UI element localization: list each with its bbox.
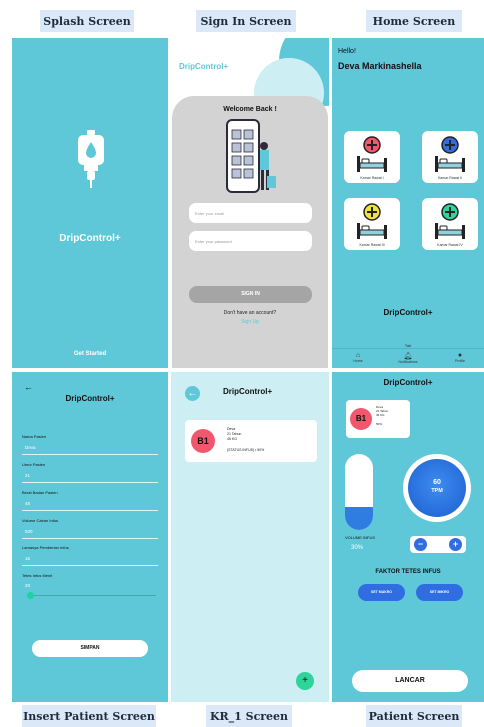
hospital-bed-icon	[357, 136, 387, 172]
status-button[interactable]: LANCAR	[352, 670, 468, 692]
signin-screen: DripControl+ Welcome Back ! Enter your e…	[171, 38, 329, 368]
user-icon: ●	[457, 352, 463, 359]
splash-brand: DripControl+	[59, 233, 121, 244]
home-icon: ⌂	[355, 352, 361, 359]
field-underline	[22, 565, 158, 566]
field-volume-input[interactable]: 500	[25, 529, 33, 534]
field-label-volume: Volume Cairan Infus	[22, 518, 59, 523]
nav-profile-label: Profile	[455, 359, 465, 363]
infusion-status: (STATUS INFUS) • 50%	[227, 448, 265, 452]
set-mikro-button[interactable]: SET MIKRO	[416, 584, 463, 601]
volume-bottle	[345, 454, 373, 530]
field-label-weight: Berat Badan Pasien	[22, 490, 58, 495]
field-name-input[interactable]: Deva	[25, 445, 36, 450]
nav-home[interactable]: ⌂ Home	[338, 352, 378, 363]
room-card-4[interactable]: Kamar Rawat IV	[422, 198, 478, 250]
back-arrow-icon[interactable]: ←	[185, 386, 200, 401]
rate-stepper: − +	[410, 536, 466, 553]
hospital-bed-icon	[435, 203, 465, 239]
drip-slider-track[interactable]	[30, 595, 156, 596]
patient-weight: 45 KG	[227, 437, 237, 441]
room-card-3[interactable]: Kamar Rawat III	[344, 198, 400, 250]
welcome-title: Welcome Back !	[223, 106, 277, 113]
get-started-button[interactable]: Get Started	[12, 351, 168, 357]
label-patient-screen: Patient Screen	[366, 705, 462, 727]
password-field[interactable]: Enter your password	[189, 231, 312, 251]
drip-slider-handle[interactable]	[27, 592, 34, 599]
kr1-title: DripControl+	[223, 387, 273, 396]
label-home-screen: Home Screen	[366, 10, 462, 32]
hospital-bed-icon	[435, 136, 465, 172]
no-account-text: Don't have an account?	[223, 310, 277, 316]
field-label-age: Umur Pasien	[22, 462, 46, 467]
insert-patient-screen: ← DripControl+ Nama Pasien Deva Umur Pas…	[12, 372, 168, 702]
field-duration-input[interactable]: 16	[25, 556, 30, 561]
nav-notifications-label: Notifications	[398, 360, 418, 364]
decrease-button[interactable]: −	[414, 538, 427, 551]
patient-name: Deva	[227, 427, 236, 431]
drip-rate-gauge: 60 TPM	[403, 454, 471, 522]
bell-icon: 🔔︎	[403, 353, 413, 360]
field-label-duration: Lamanya Pemberian Infus	[22, 545, 69, 550]
bed-badge: B1	[350, 408, 372, 430]
field-age-input[interactable]: 21	[25, 473, 30, 478]
field-underline	[22, 538, 158, 539]
insert-title: DripControl+	[65, 394, 115, 403]
field-label-name: Nama Pasien	[22, 434, 47, 439]
volume-value: 30%	[351, 545, 364, 551]
field-underline	[22, 454, 158, 455]
splash-screen: DripControl+ Get Started	[12, 38, 168, 368]
kr1-screen: ← DripControl+ B1 Deva 21 Tahun 45 KG (S…	[171, 372, 329, 702]
volume-fill	[345, 507, 373, 530]
label-signin-screen: Sign In Screen	[196, 10, 296, 32]
patient-age: 21 Tahun	[227, 432, 242, 436]
greeting: Hello!	[338, 48, 356, 55]
back-arrow-icon[interactable]: ←	[24, 382, 33, 392]
patient-screen: DripControl+ B1 Deva 21 Tahun 45 KG 50% …	[332, 372, 484, 702]
room-label: Kamar Rawat IV	[437, 243, 463, 247]
drip-factor-title: FAKTOR TETES INFUS	[375, 569, 441, 575]
sign-in-button[interactable]: SIGN IN	[189, 286, 312, 303]
bottom-nav: ⌂ Home 🔔︎ Notifications ● Profile	[332, 348, 484, 368]
home-screen: Hello! Deva Markinashella Kamar Rawat I …	[332, 38, 484, 368]
field-underline	[22, 510, 158, 511]
home-brand: DripControl+	[383, 308, 433, 317]
signin-brand: DripControl+	[179, 62, 229, 71]
patient-title: DripControl+	[383, 378, 433, 387]
email-field[interactable]: Enter your email	[189, 203, 312, 223]
patient-percent: 50%	[376, 422, 383, 426]
bed-badge: B1	[191, 429, 215, 453]
label-splash-screen: Splash Screen	[40, 10, 134, 32]
nav-profile[interactable]: ● Profile	[440, 352, 480, 363]
rate-value: 60	[433, 479, 441, 486]
increase-button[interactable]: +	[449, 538, 462, 551]
room-label: Kamar Rawat I	[360, 176, 384, 180]
room-card-1[interactable]: Kamar Rawat I	[344, 131, 400, 183]
patient-card: B1 Deva 21 Tahun 45 KG 50%	[346, 400, 410, 438]
patient-weight: 45 KG	[376, 413, 385, 417]
field-weight-input[interactable]: 45	[25, 501, 30, 506]
slider-label: Tetes Infus Menit	[22, 573, 53, 578]
gauge-inner: 60 TPM	[408, 459, 466, 517]
label-insert-patient-screen: Insert Patient Screen	[22, 705, 156, 727]
sign-up-link[interactable]: Sign Up	[171, 319, 329, 325]
nav-home-label: Home	[353, 359, 363, 363]
slider-value: 20	[25, 583, 31, 588]
room-label: Kamar Rawat III	[359, 243, 385, 247]
volume-label: VOLUME INFUS	[345, 535, 376, 540]
rate-unit: TPM	[431, 488, 443, 494]
add-patient-button[interactable]: +	[296, 672, 314, 690]
login-illustration	[226, 119, 276, 193]
field-underline	[22, 482, 158, 483]
room-card-2[interactable]: Kamar Rawat II	[422, 131, 478, 183]
nav-notifications[interactable]: 🔔︎ Notifications	[388, 352, 428, 364]
room-label: Kamar Rawat II	[437, 176, 463, 180]
label-kr1-screen: KR_1 Screen	[206, 705, 292, 727]
save-button[interactable]: SIMPAN	[32, 640, 148, 657]
iv-bag-icon	[78, 130, 104, 188]
user-name: Deva Markinashella	[338, 61, 422, 71]
set-makro-button[interactable]: SET MAKRO	[358, 584, 405, 601]
hospital-bed-icon	[357, 203, 387, 239]
patient-card[interactable]: B1 Deva 21 Tahun 45 KG (STATUS INFUS) • …	[185, 420, 317, 462]
